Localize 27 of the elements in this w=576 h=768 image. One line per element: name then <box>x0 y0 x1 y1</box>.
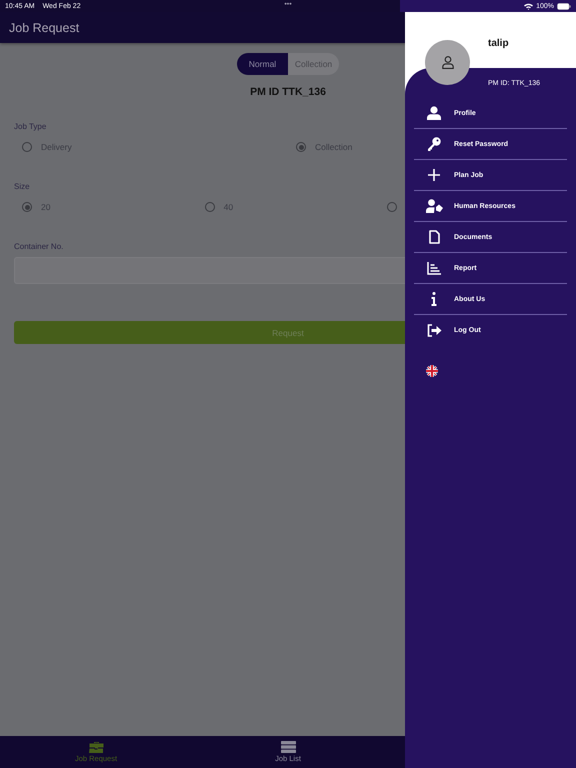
field-label: Size <box>14 182 31 191</box>
container-input[interactable] <box>14 257 405 284</box>
logout-icon <box>426 324 442 337</box>
mode-tab[interactable]: Normal <box>237 53 288 75</box>
flag-icon[interactable] <box>426 365 438 377</box>
user-name: talip <box>488 38 509 49</box>
wifi-icon <box>524 2 534 10</box>
avatar[interactable] <box>425 40 470 85</box>
field-label: Job Type <box>14 122 48 131</box>
server-icon <box>280 741 296 753</box>
pm-id: PM ID TTK_136 <box>249 86 327 98</box>
field-label: Container No. <box>14 242 64 251</box>
screen-title: Job Request <box>9 20 80 34</box>
plus-icon <box>428 169 440 181</box>
radio-button[interactable] <box>22 202 32 212</box>
radio-button[interactable] <box>296 142 306 152</box>
person-tag-icon <box>426 199 442 213</box>
radio-button[interactable] <box>22 142 32 152</box>
document-icon <box>428 230 440 244</box>
bar-chart-icon <box>427 262 441 274</box>
radio-button[interactable] <box>387 202 398 212</box>
key-icon <box>427 137 441 151</box>
info-icon <box>431 292 437 306</box>
briefcase-icon <box>88 741 104 753</box>
person-icon <box>427 106 441 120</box>
battery-icon <box>557 2 571 10</box>
radio-button[interactable] <box>204 202 215 212</box>
